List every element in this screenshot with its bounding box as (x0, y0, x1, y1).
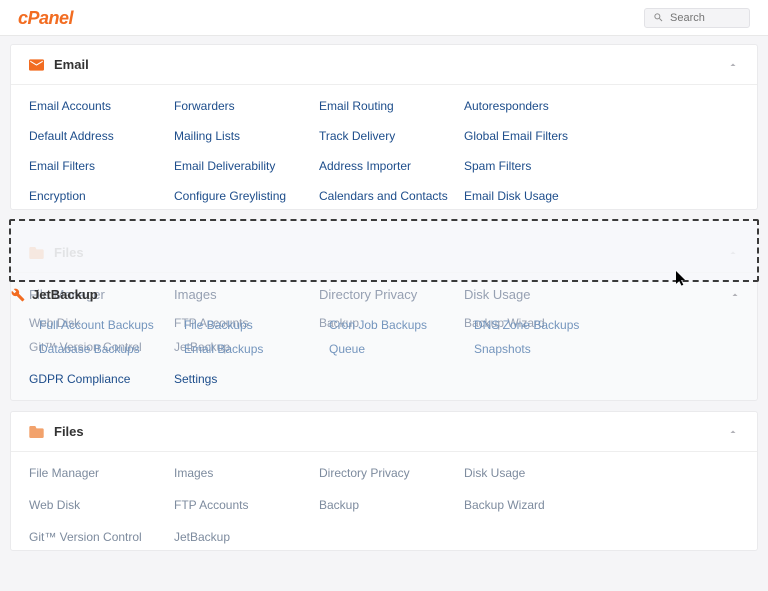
files-item[interactable]: FTP Accounts (174, 498, 319, 512)
email-panel-header[interactable]: Email (11, 45, 757, 85)
settings-link[interactable]: Settings (174, 372, 319, 386)
email-title: Email (54, 57, 727, 72)
mouse-cursor-icon (676, 271, 687, 286)
files-drag-body: File Manager JetBackup Images Directory … (11, 273, 757, 400)
email-item[interactable]: Email Routing (319, 99, 464, 113)
email-panel: Email Email Accounts Forwarders Email Ro… (10, 44, 758, 210)
search-icon (653, 12, 664, 23)
email-item[interactable]: Autoresponders (464, 99, 609, 113)
folder-icon (29, 247, 44, 259)
email-item[interactable]: Calendars and Contacts (319, 189, 464, 203)
files-item[interactable]: Git™ Version Control (29, 530, 174, 544)
folder-icon (29, 426, 44, 438)
files-item[interactable]: Images (174, 466, 319, 480)
email-item[interactable]: Email Disk Usage (464, 189, 609, 203)
top-header: cPanel (0, 0, 768, 36)
chevron-up-icon (727, 59, 739, 71)
files-panel: Files File Manager Images Directory Priv… (10, 411, 758, 551)
jetbackup-sub[interactable]: Snapshots (474, 342, 619, 356)
email-item[interactable]: Mailing Lists (174, 129, 319, 143)
files-drag-item[interactable]: Directory Privacy (319, 287, 464, 302)
gdpr-link[interactable]: GDPR Compliance (29, 372, 174, 386)
files-item[interactable]: Disk Usage (464, 466, 609, 480)
email-item[interactable]: Email Filters (29, 159, 174, 173)
files-item[interactable]: Web Disk (29, 498, 174, 512)
files-panel-header[interactable]: Files (11, 412, 757, 452)
files-drag-item[interactable]: Images (174, 287, 319, 302)
email-item[interactable]: Spam Filters (464, 159, 609, 173)
files-item[interactable]: JetBackup (174, 530, 319, 544)
jetbackup-title[interactable]: JetBackup (32, 287, 98, 302)
files-drag-item[interactable]: Disk Usage (464, 287, 609, 302)
jetbackup-sub[interactable]: Database Backups (39, 342, 184, 356)
files-item[interactable]: Backup (319, 498, 464, 512)
chevron-up-icon (729, 289, 741, 301)
email-item[interactable]: Configure Greylisting (174, 189, 319, 203)
files-drag-panel: Files File Manager JetBackup Images Dire… (10, 220, 758, 401)
jetbackup-sub[interactable]: Full Account Backups (39, 318, 184, 332)
email-item[interactable]: Default Address (29, 129, 174, 143)
files-item[interactable]: Directory Privacy (319, 466, 464, 480)
search-input[interactable] (670, 12, 740, 24)
jetbackup-sub[interactable]: Cron Job Backups (329, 318, 474, 332)
files-item[interactable]: Backup Wizard (464, 498, 609, 512)
files-drag-header[interactable]: Files (11, 221, 757, 273)
email-item[interactable]: Track Delivery (319, 129, 464, 143)
main-content: Email Email Accounts Forwarders Email Ro… (0, 36, 768, 573)
files-body: File Manager Images Directory Privacy Di… (11, 452, 757, 550)
files-drag-title: Files (54, 245, 727, 260)
email-item[interactable]: Global Email Filters (464, 129, 609, 143)
jetbackup-sub[interactable]: Queue (329, 342, 474, 356)
email-body: Email Accounts Forwarders Email Routing … (11, 85, 757, 209)
jetbackup-sub[interactable]: Email Backups (184, 342, 329, 356)
email-icon (29, 59, 44, 71)
chevron-up-icon (727, 426, 739, 438)
jetbackup-sub[interactable]: File Backups (184, 318, 329, 332)
svg-text:cPanel: cPanel (18, 9, 75, 27)
tools-icon (11, 288, 25, 302)
cpanel-logo[interactable]: cPanel (18, 9, 88, 27)
jetbackup-sub[interactable]: DNS Zone Backups (474, 318, 619, 332)
files-item[interactable]: File Manager (29, 466, 174, 480)
email-item[interactable]: Address Importer (319, 159, 464, 173)
email-item[interactable]: Encryption (29, 189, 174, 203)
search-box[interactable] (644, 8, 750, 28)
email-item[interactable]: Email Accounts (29, 99, 174, 113)
files-title: Files (54, 424, 727, 439)
email-item[interactable]: Email Deliverability (174, 159, 319, 173)
email-item[interactable]: Forwarders (174, 99, 319, 113)
chevron-up-icon (727, 247, 739, 259)
